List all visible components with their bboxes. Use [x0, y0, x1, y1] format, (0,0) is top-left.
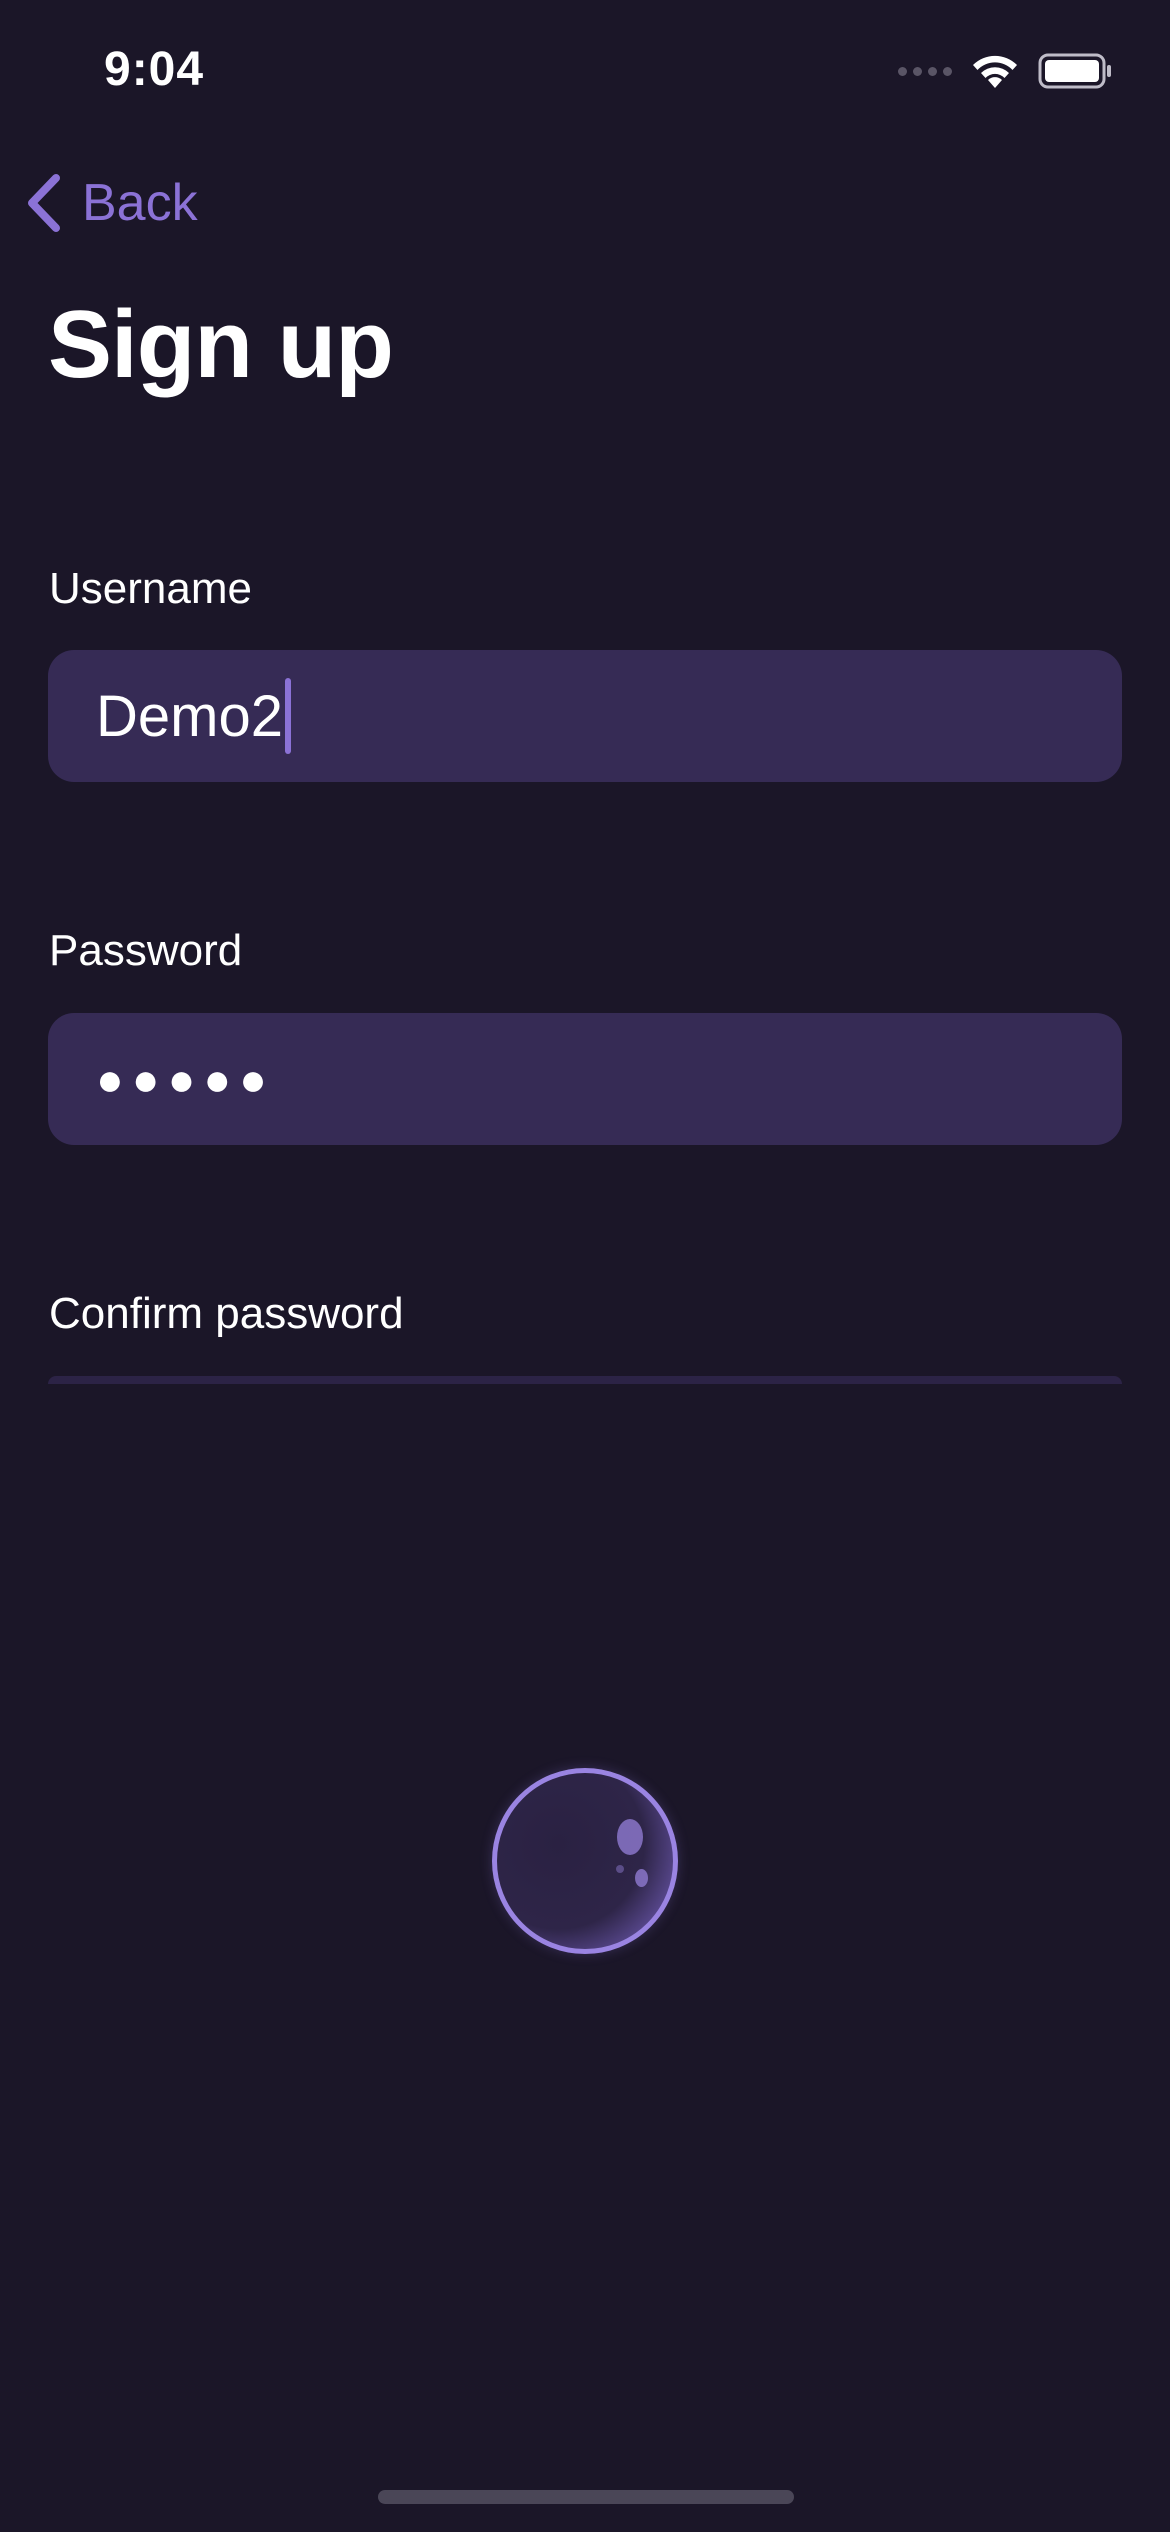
- orb-highlight-dot: [616, 1865, 624, 1873]
- page-title: Sign up: [48, 291, 394, 398]
- password-value: ●●●●●: [96, 1053, 275, 1105]
- username-field[interactable]: Demo2: [48, 650, 1122, 782]
- battery-icon: [1038, 53, 1111, 89]
- status-icons: [898, 52, 1114, 90]
- confirm-password-label: Confirm password: [49, 1289, 404, 1338]
- orb-highlight-small: [635, 1869, 648, 1887]
- status-time: 9:04: [104, 43, 205, 96]
- back-button[interactable]: Back: [24, 172, 198, 234]
- orb-highlight: [617, 1819, 643, 1855]
- cellular-signal-icon: [898, 66, 952, 76]
- password-label: Password: [49, 926, 243, 975]
- username-value: Demo2: [96, 683, 283, 749]
- confirm-password-field[interactable]: [48, 1376, 1122, 1384]
- loading-orb-icon: [492, 1768, 678, 1954]
- password-field[interactable]: ●●●●●: [48, 1013, 1122, 1145]
- username-label: Username: [49, 564, 252, 613]
- wifi-icon: [973, 55, 1017, 88]
- chevron-left-icon: [28, 174, 60, 232]
- text-caret: [284, 678, 291, 754]
- status-bar: 9:04: [0, 0, 1170, 150]
- home-indicator[interactable]: [378, 2490, 794, 2504]
- back-label: Back: [82, 174, 198, 232]
